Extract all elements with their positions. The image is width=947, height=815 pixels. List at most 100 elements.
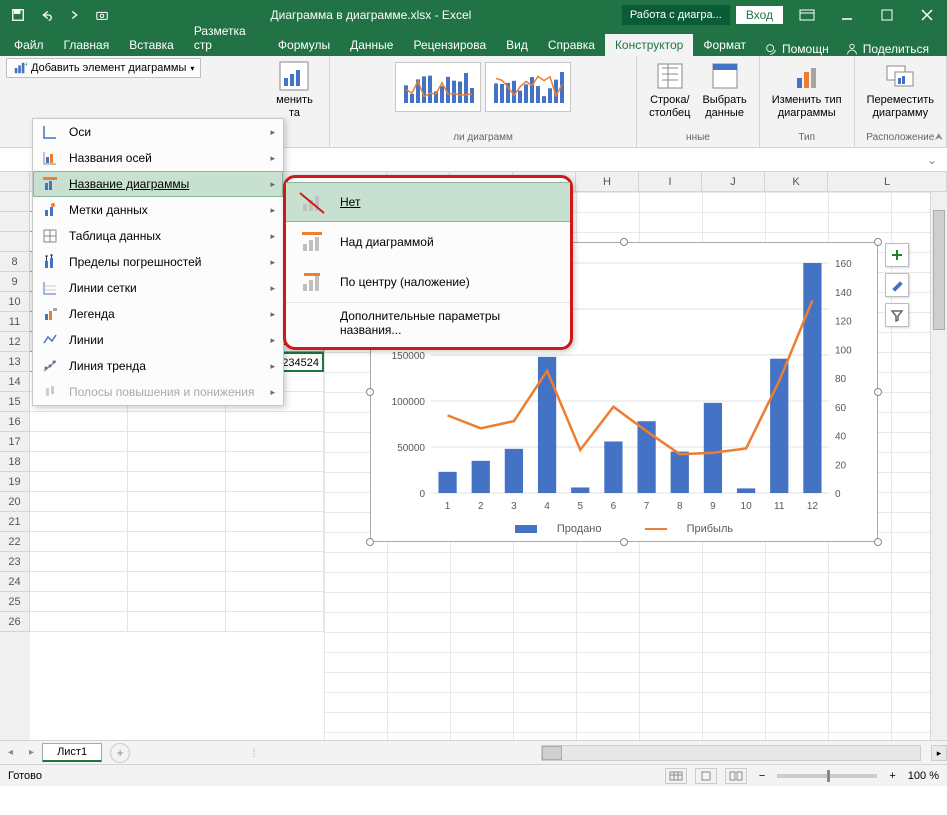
add-sheet-icon[interactable]: + xyxy=(110,743,130,763)
svg-text:100: 100 xyxy=(835,345,852,356)
undo-icon[interactable] xyxy=(32,1,60,29)
hscroll-right-icon[interactable]: ▸ xyxy=(931,745,947,761)
chart-brush-icon[interactable] xyxy=(885,273,909,297)
row-header[interactable]: 20 xyxy=(0,492,30,512)
col-header[interactable]: L xyxy=(828,172,947,192)
submenu-above[interactable]: Над диаграммой xyxy=(286,222,570,262)
col-header[interactable]: J xyxy=(702,172,765,192)
chart-filter-icon[interactable] xyxy=(885,303,909,327)
row-header[interactable]: 15 xyxy=(0,392,30,412)
svg-text:80: 80 xyxy=(835,374,847,385)
maximize-icon[interactable] xyxy=(867,1,907,29)
style-thumb[interactable] xyxy=(395,62,481,112)
style-thumb[interactable] xyxy=(485,62,571,112)
zoom-level[interactable]: 100 % xyxy=(908,770,939,782)
row-header[interactable]: 19 xyxy=(0,472,30,492)
ribbon-options-icon[interactable] xyxy=(787,1,827,29)
tab-formulas[interactable]: Формулы xyxy=(268,34,340,56)
row-header[interactable]: 21 xyxy=(0,512,30,532)
svg-text:+: + xyxy=(24,61,27,68)
ribbon-tabs: Файл Главная Вставка Разметка стр Формул… xyxy=(0,30,947,56)
menu-axis-titles[interactable]: Названия осей▸ xyxy=(33,145,283,171)
camera-icon[interactable] xyxy=(88,1,116,29)
tab-layout[interactable]: Разметка стр xyxy=(184,20,268,56)
col-header[interactable]: H xyxy=(576,172,639,192)
chart-plus-icon[interactable] xyxy=(885,243,909,267)
menu-data-labels[interactable]: Метки данных▸ xyxy=(33,197,283,223)
add-chart-element-button[interactable]: + Добавить элемент диаграммы▾ xyxy=(6,58,201,78)
row-header[interactable]: 18 xyxy=(0,452,30,472)
tab-view[interactable]: Вид xyxy=(496,34,538,56)
row-header[interactable]: 10 xyxy=(0,292,30,312)
submenu-centered[interactable]: По центру (наложение) xyxy=(286,262,570,302)
svg-text:20: 20 xyxy=(835,460,847,471)
change-chart-type-button[interactable]: Изменить тип диаграммы xyxy=(766,58,848,122)
tab-file[interactable]: Файл xyxy=(4,34,54,56)
row-header[interactable]: 9 xyxy=(0,272,30,292)
row-header[interactable]: 25 xyxy=(0,592,30,612)
minimize-icon[interactable] xyxy=(827,1,867,29)
redo-icon[interactable] xyxy=(60,1,88,29)
sheet-tab[interactable]: Лист1 xyxy=(42,743,102,762)
move-chart-button[interactable]: Переместить диаграмму xyxy=(861,58,940,122)
menu-axes[interactable]: Оси▸ xyxy=(33,119,283,145)
svg-text:1: 1 xyxy=(445,501,451,512)
share-button[interactable]: Поделиться xyxy=(845,42,929,56)
tab-insert[interactable]: Вставка xyxy=(119,34,184,56)
col-header[interactable]: I xyxy=(639,172,702,192)
context-tab-label: Работа с диагра... xyxy=(622,5,730,25)
row-header[interactable]: 24 xyxy=(0,572,30,592)
menu-gridlines[interactable]: Линии сетки▸ xyxy=(33,275,283,301)
menu-data-table[interactable]: Таблица данных▸ xyxy=(33,223,283,249)
row-headers[interactable]: 891011121314151617181920212223242526 xyxy=(0,192,30,740)
statusbar: Готово − + 100 % xyxy=(0,764,947,786)
row-header[interactable]: 23 xyxy=(0,552,30,572)
menu-chart-title[interactable]: Название диаграммы▸ xyxy=(33,171,283,197)
chart-styles-gallery[interactable] xyxy=(391,58,575,116)
tab-data[interactable]: Данные xyxy=(340,34,403,56)
chart-legend[interactable]: Продано Прибыль xyxy=(371,523,877,535)
row-header[interactable]: 13 xyxy=(0,352,30,372)
formula-bar-expand-icon[interactable]: ⌄ xyxy=(927,153,947,167)
svg-text:4: 4 xyxy=(544,501,550,512)
view-normal-icon[interactable] xyxy=(665,768,687,784)
zoom-in-icon[interactable]: + xyxy=(885,770,899,782)
submenu-more-options[interactable]: Дополнительные параметры названия... xyxy=(286,302,570,343)
row-header[interactable]: 12 xyxy=(0,332,30,352)
submenu-none[interactable]: Нет xyxy=(286,182,570,222)
menu-lines[interactable]: Линии▸ xyxy=(33,327,283,353)
menu-trendline[interactable]: Линия тренда▸ xyxy=(33,353,283,379)
row-header[interactable]: 11 xyxy=(0,312,30,332)
switch-row-col-button[interactable]: Строка/ столбец xyxy=(643,58,696,122)
row-header[interactable]: 16 xyxy=(0,412,30,432)
sheet-nav-next-icon[interactable]: ▸ xyxy=(21,747,42,758)
row-header[interactable]: 22 xyxy=(0,532,30,552)
tab-format[interactable]: Формат xyxy=(693,34,756,56)
tab-help[interactable]: Справка xyxy=(538,34,605,56)
row-header[interactable]: 8 xyxy=(0,252,30,272)
close-icon[interactable] xyxy=(907,1,947,29)
view-break-icon[interactable] xyxy=(725,768,747,784)
sheet-nav-prev-icon[interactable]: ◂ xyxy=(0,747,21,758)
row-header[interactable]: 17 xyxy=(0,432,30,452)
menu-error-bars[interactable]: Пределы погрешностей▸ xyxy=(33,249,283,275)
zoom-slider[interactable] xyxy=(777,774,877,778)
horizontal-scrollbar[interactable] xyxy=(541,745,921,761)
tab-review[interactable]: Рецензирова xyxy=(403,34,496,56)
save-icon[interactable] xyxy=(4,1,32,29)
row-header[interactable]: 14 xyxy=(0,372,30,392)
view-page-icon[interactable] xyxy=(695,768,717,784)
menu-legend[interactable]: Легенда▸ xyxy=(33,301,283,327)
vertical-scrollbar[interactable] xyxy=(930,192,947,740)
collapse-ribbon-icon[interactable]: ⮝ xyxy=(935,132,944,143)
signin-button[interactable]: Вход xyxy=(736,6,783,24)
quick-layout-button[interactable]: менить та xyxy=(270,58,319,122)
tab-design[interactable]: Конструктор xyxy=(605,34,693,56)
select-data-button[interactable]: Выбрать данные xyxy=(696,58,752,122)
col-header[interactable]: K xyxy=(765,172,828,192)
svg-text:8: 8 xyxy=(677,501,683,512)
row-header[interactable]: 26 xyxy=(0,612,30,632)
tell-me[interactable]: Помощн xyxy=(764,42,829,56)
zoom-out-icon[interactable]: − xyxy=(755,770,769,782)
tab-home[interactable]: Главная xyxy=(54,34,120,56)
